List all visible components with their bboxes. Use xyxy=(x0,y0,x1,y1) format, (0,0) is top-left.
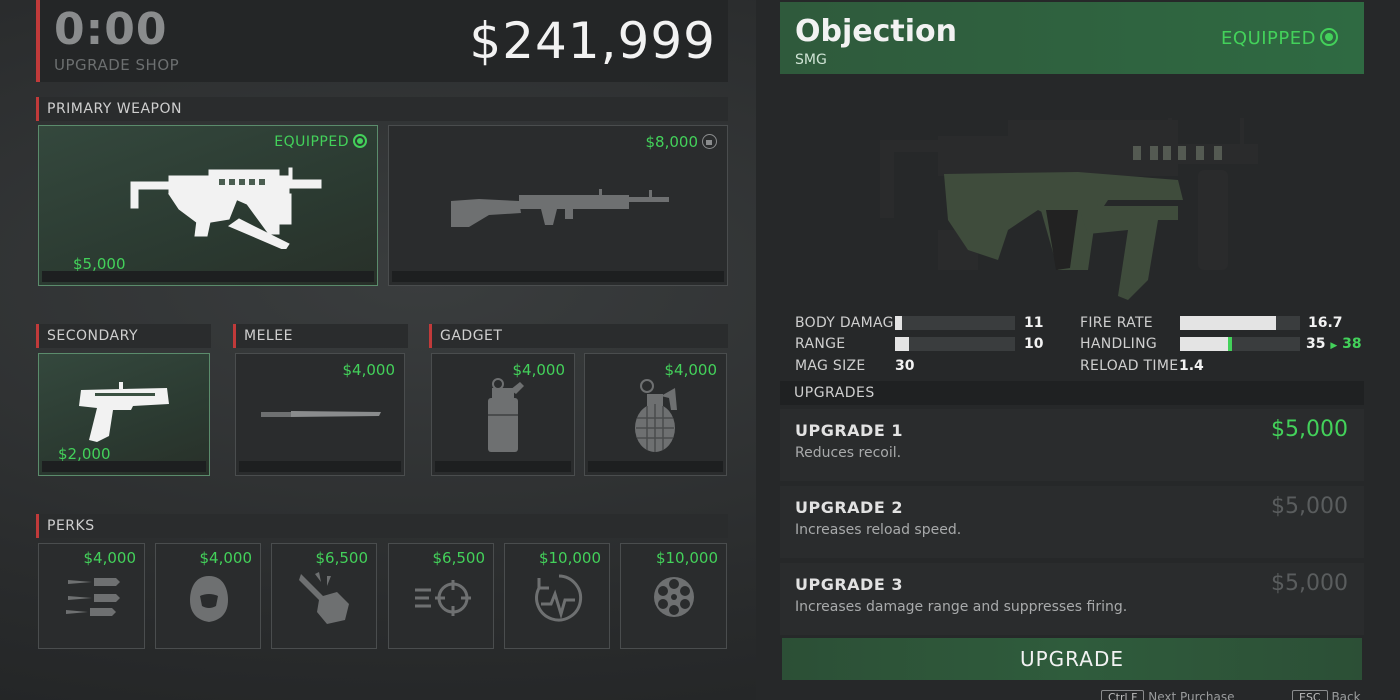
smoke-grenade-icon xyxy=(488,378,524,452)
perk-card-4[interactable]: $6,500 xyxy=(388,543,494,649)
stat-label-handling: HANDLING xyxy=(1080,336,1158,352)
gadget-card-frag-grenade[interactable]: $4,000 xyxy=(584,353,727,476)
stat-value-mag-size: 30 xyxy=(895,358,915,374)
primary-weapon-card-smg[interactable]: EQUIPPED $5,000 xyxy=(38,125,378,286)
upgrade-row-2[interactable]: UPGRADE 2 Increases reload speed. $5,000 xyxy=(780,486,1364,558)
melee-weapon-card-machete[interactable]: $4,000 xyxy=(235,353,405,476)
perk-price: $10,000 xyxy=(655,549,718,567)
card-progress-bar xyxy=(42,271,374,282)
card-progress-bar xyxy=(588,461,723,472)
upgrade-description: Increases damage range and suppresses fi… xyxy=(795,599,1128,615)
upgrade-price: $5,000 xyxy=(1271,571,1348,596)
upgrade-row-1[interactable]: UPGRADE 1 Reduces recoil. $5,000 xyxy=(780,409,1364,481)
lock-icon xyxy=(702,134,717,149)
shop-label: UPGRADE SHOP xyxy=(54,56,180,74)
card-progress-bar xyxy=(239,461,401,472)
hint-key: ESC xyxy=(1292,690,1328,700)
gadget-card-smoke-grenade[interactable]: $4,000 xyxy=(431,353,575,476)
stat-value-range: 10 xyxy=(1024,336,1044,352)
perk-price: $6,500 xyxy=(315,549,369,567)
smg-render-icon xyxy=(880,118,1258,300)
upgrade-title: UPGRADE 3 xyxy=(795,575,903,594)
stat-label-body-damage: BODY DAMAGE xyxy=(795,315,903,331)
hooded-figure-icon xyxy=(190,576,228,622)
stat-bar-handling xyxy=(1180,337,1300,351)
stat-fill-range xyxy=(895,337,910,351)
stat-bar-range xyxy=(895,337,1015,351)
perk-price: $6,500 xyxy=(432,549,486,567)
upgrade-button[interactable]: UPGRADE xyxy=(782,638,1362,680)
round-timer: 0:00 xyxy=(54,4,168,55)
perk-price: $10,000 xyxy=(538,549,601,567)
arrow-right-icon: ▶ xyxy=(1330,341,1338,351)
heartbeat-timer-icon xyxy=(535,574,583,622)
melee-section-label: MELEE xyxy=(233,324,408,348)
hint-key: Ctrl F xyxy=(1101,690,1145,700)
card-progress-bar xyxy=(435,461,571,472)
perk-card-6[interactable]: $10,000 xyxy=(620,543,727,649)
hint-back[interactable]: ESC Back xyxy=(1292,690,1361,700)
smg-icon xyxy=(130,167,322,249)
secondary-weapon-card-pistol[interactable]: $2,000 xyxy=(38,353,210,476)
card-progress-bar xyxy=(392,271,724,282)
perk-card-1[interactable]: $4,000 xyxy=(38,543,145,649)
stat-bar-body-damage xyxy=(895,316,1015,330)
stat-bar-fire-rate xyxy=(1180,316,1300,330)
stat-fill-handling xyxy=(1180,337,1228,351)
equipped-indicator: EQUIPPED xyxy=(1221,28,1338,49)
card-progress-bar xyxy=(42,461,206,472)
stat-label-range: RANGE xyxy=(795,336,846,352)
gadget-section-label: GADGET xyxy=(429,324,728,348)
revolver-cylinder-icon xyxy=(654,577,694,617)
primary-weapon-card-rifle[interactable]: $8,000 xyxy=(388,125,728,286)
stat-fill-fire-rate xyxy=(1180,316,1276,330)
stat-fill-body-damage xyxy=(895,316,903,330)
stat-upgraded-value-handling: 38 xyxy=(1342,336,1362,352)
stat-value-handling: 35 ▶ 38 xyxy=(1306,336,1362,352)
melee-item-price: $4,000 xyxy=(342,361,396,379)
perks-section-label: PERKS xyxy=(36,514,728,538)
speed-bullets-icon xyxy=(66,578,120,616)
gadget-item-price: $4,000 xyxy=(512,361,566,379)
upgrade-price: $5,000 xyxy=(1271,494,1348,519)
stat-label-reload-time: RELOAD TIME xyxy=(1080,358,1179,374)
equipped-dot-icon xyxy=(353,134,367,148)
pistol-icon xyxy=(79,382,169,442)
money-balance: $241,999 xyxy=(469,12,716,70)
rifle-price: $8,000 xyxy=(646,133,717,151)
perk-card-5[interactable]: $10,000 xyxy=(504,543,610,649)
upgrades-section-label: UPGRADES xyxy=(780,381,1364,405)
secondary-section-label: SECONDARY xyxy=(36,324,211,348)
hint-label: Back xyxy=(1331,690,1361,700)
machete-icon xyxy=(261,411,381,417)
equipped-dot-icon xyxy=(1320,28,1338,46)
upgrade-title: UPGRADE 1 xyxy=(795,421,903,440)
perk-card-2[interactable]: $4,000 xyxy=(155,543,261,649)
shop-header: 0:00 UPGRADE SHOP $241,999 xyxy=(36,0,728,82)
upgrade-title: UPGRADE 2 xyxy=(795,498,903,517)
primary-section-label: PRIMARY WEAPON xyxy=(36,97,728,121)
upgrade-description: Reduces recoil. xyxy=(795,445,902,461)
fast-crosshair-icon xyxy=(415,580,471,616)
stat-label-fire-rate: FIRE RATE xyxy=(1080,315,1153,331)
equipped-indicator: EQUIPPED xyxy=(274,134,367,150)
weapon-class: SMG xyxy=(795,52,827,68)
rifle-icon xyxy=(451,189,669,227)
hint-label: Next Purchase xyxy=(1148,690,1235,700)
frag-grenade-icon xyxy=(635,379,677,452)
weapon-name: Objection xyxy=(795,14,957,49)
upgrade-row-3[interactable]: UPGRADE 3 Increases damage range and sup… xyxy=(780,563,1364,635)
perk-price: $4,000 xyxy=(83,549,137,567)
perk-price: $4,000 xyxy=(199,549,253,567)
weapon-detail-header: Objection SMG EQUIPPED xyxy=(780,2,1364,74)
stat-value-body-damage: 11 xyxy=(1024,315,1044,331)
stat-label-mag-size: MAG SIZE xyxy=(795,358,866,374)
upgrade-price: $5,000 xyxy=(1271,417,1348,442)
stat-value-fire-rate: 16.7 xyxy=(1308,315,1343,331)
strong-arm-icon xyxy=(299,572,349,624)
stat-value-reload-time: 1.4 xyxy=(1179,358,1204,374)
perk-card-3[interactable]: $6,500 xyxy=(271,543,377,649)
hint-next-purchase[interactable]: Ctrl F Next Purchase xyxy=(1101,690,1235,700)
upgrade-description: Increases reload speed. xyxy=(795,522,962,538)
